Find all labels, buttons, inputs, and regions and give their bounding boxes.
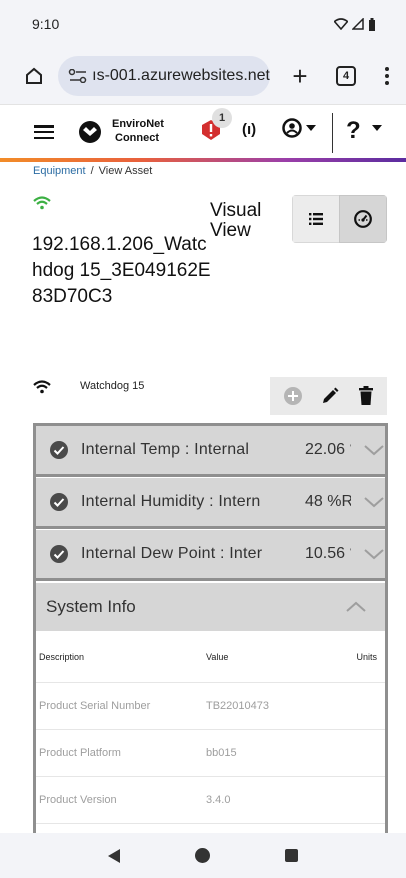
system-info-title: System Info bbox=[46, 597, 136, 616]
sensor-value: 10.56 ° bbox=[305, 545, 351, 562]
column-header-description: Description bbox=[39, 651, 85, 662]
user-caret-icon[interactable] bbox=[306, 125, 316, 131]
sensor-name: Internal Dew Point : Inter bbox=[81, 545, 263, 562]
breadcrumb: Equipment / View Asset bbox=[33, 165, 152, 177]
list-icon bbox=[309, 213, 323, 225]
url-bar[interactable]: ıs-001.azurewebsites.net bbox=[58, 56, 270, 96]
chevron-down-icon[interactable] bbox=[363, 495, 385, 509]
hamburger-icon[interactable] bbox=[34, 125, 54, 139]
view-mode-label: Visual View bbox=[210, 200, 262, 241]
home-button[interactable] bbox=[22, 64, 46, 88]
gauge-view-button[interactable] bbox=[339, 195, 387, 243]
system-nav-bar bbox=[0, 833, 406, 878]
table-header-row: Description Value Units bbox=[36, 631, 385, 683]
status-icons bbox=[334, 17, 376, 31]
asset-title: 192.168.1.206_Watchdog 15_3E049162E83D70… bbox=[32, 234, 211, 307]
check-circle-icon bbox=[50, 545, 68, 563]
brand-name: EnviroNet Connect bbox=[112, 117, 164, 145]
status-time: 9:10 bbox=[32, 16, 60, 32]
logo-icon bbox=[79, 121, 101, 143]
more-icon[interactable] bbox=[384, 67, 390, 85]
help-caret-icon[interactable] bbox=[372, 125, 382, 131]
row-value: TB22010473 bbox=[206, 700, 269, 712]
row-description: Product Version bbox=[39, 794, 117, 806]
tab-switcher-button[interactable]: 4 bbox=[336, 66, 356, 86]
back-icon[interactable] bbox=[107, 848, 120, 863]
chevron-down-icon[interactable] bbox=[363, 443, 385, 457]
app-header: EnviroNet Connect 1 (ı) ? bbox=[0, 104, 406, 158]
asset-actions bbox=[270, 377, 387, 415]
browser-toolbar: ıs-001.azurewebsites.net + 4 bbox=[0, 48, 406, 104]
broadcast-icon[interactable]: (ı) bbox=[242, 121, 256, 138]
wifi-icon bbox=[334, 18, 348, 30]
system-info-header[interactable]: System Info bbox=[36, 583, 385, 631]
sensor-row-internal-humidity[interactable]: Internal Humidity : Intern 48 %R bbox=[36, 478, 385, 529]
home-icon bbox=[26, 67, 42, 84]
check-circle-icon bbox=[50, 441, 68, 459]
wifi-status-icon bbox=[33, 196, 51, 210]
row-value: bb015 bbox=[206, 747, 237, 759]
new-tab-button[interactable]: + bbox=[288, 63, 312, 89]
breadcrumb-current: View Asset bbox=[98, 165, 153, 177]
check-circle-icon bbox=[50, 493, 68, 511]
device-name: Watchdog 15 bbox=[80, 380, 145, 392]
status-bar: 9:10 bbox=[0, 0, 406, 48]
header-divider bbox=[332, 113, 333, 153]
url-text: ıs-001.azurewebsites.net bbox=[92, 67, 270, 84]
add-icon[interactable] bbox=[283, 386, 303, 406]
gauge-icon bbox=[354, 210, 372, 228]
system-info-table: Description Value Units Product Serial N… bbox=[36, 631, 385, 824]
table-row: Product Platform bb015 bbox=[36, 730, 385, 777]
edit-icon[interactable] bbox=[320, 386, 340, 406]
device-wifi-icon bbox=[33, 380, 51, 394]
brand-line1: EnviroNet bbox=[112, 118, 164, 130]
trash-icon[interactable] bbox=[358, 386, 374, 406]
user-icon[interactable] bbox=[282, 118, 302, 138]
sensor-row-internal-dew-point[interactable]: Internal Dew Point : Inter 10.56 ° bbox=[36, 530, 385, 581]
chevron-up-icon[interactable] bbox=[345, 600, 367, 614]
sensor-panel: Internal Temp : Internal 22.06 ° Interna… bbox=[33, 423, 388, 878]
sensor-name: Internal Temp : Internal bbox=[81, 441, 250, 458]
plus-icon: + bbox=[292, 61, 308, 91]
signal-icon bbox=[352, 18, 364, 30]
column-header-value: Value bbox=[206, 651, 229, 662]
tune-icon[interactable] bbox=[68, 69, 88, 83]
alert-count-badge: 1 bbox=[212, 108, 232, 128]
row-value: 3.4.0 bbox=[206, 794, 231, 806]
sensor-value: 22.06 ° bbox=[305, 441, 351, 458]
row-description: Product Platform bbox=[39, 747, 121, 759]
brand-line2: Connect bbox=[115, 132, 159, 144]
home-nav-icon[interactable] bbox=[194, 848, 210, 863]
column-header-units: Units bbox=[356, 651, 377, 662]
sensor-row-internal-temp[interactable]: Internal Temp : Internal 22.06 ° bbox=[36, 426, 385, 477]
recents-icon[interactable] bbox=[285, 849, 299, 862]
header-accent-bar bbox=[0, 158, 406, 162]
breadcrumb-equipment-link[interactable]: Equipment bbox=[33, 165, 86, 177]
row-description: Product Serial Number bbox=[39, 700, 151, 712]
chevron-down-icon[interactable] bbox=[363, 547, 385, 561]
table-row: Product Version 3.4.0 bbox=[36, 777, 385, 824]
view-toggle bbox=[292, 195, 387, 243]
list-view-button[interactable] bbox=[292, 195, 339, 243]
table-row: Product Serial Number TB22010473 bbox=[36, 683, 385, 730]
tab-count: 4 bbox=[342, 70, 350, 82]
battery-icon bbox=[369, 17, 375, 31]
sensor-name: Internal Humidity : Intern bbox=[81, 493, 261, 510]
sensor-value: 48 %R bbox=[305, 493, 351, 510]
breadcrumb-separator: / bbox=[90, 165, 94, 177]
help-icon[interactable]: ? bbox=[346, 117, 361, 145]
